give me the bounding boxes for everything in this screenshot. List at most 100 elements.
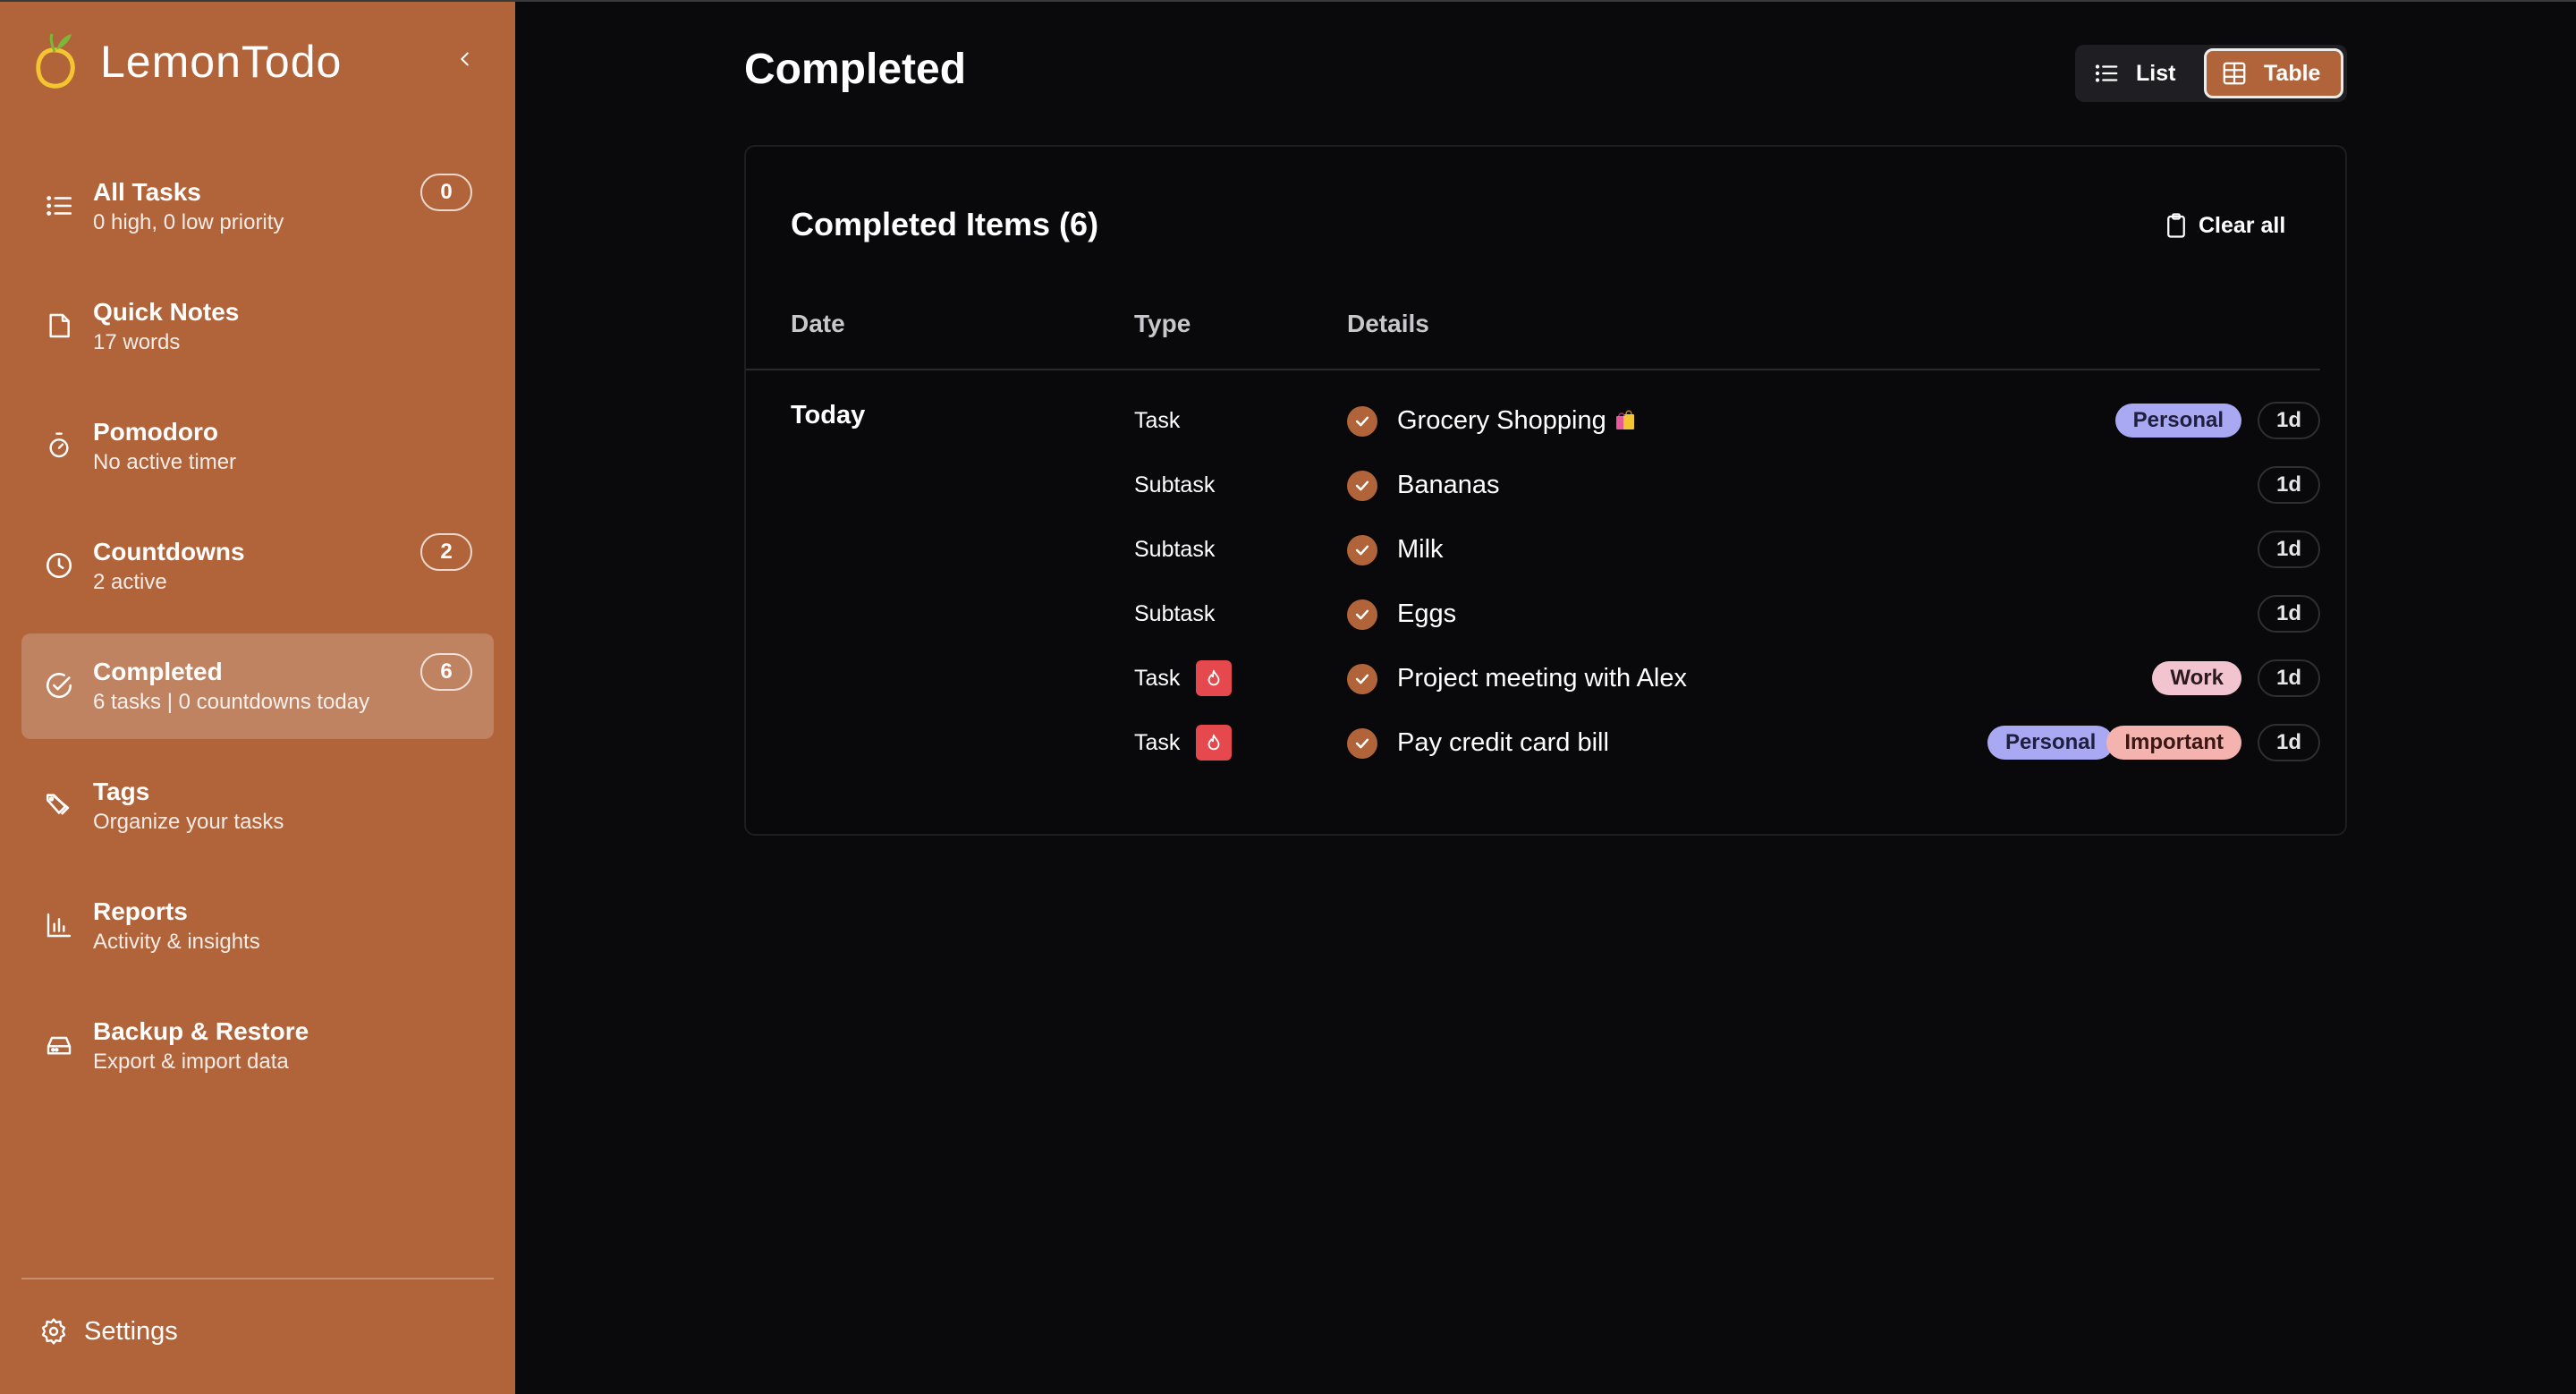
tag-personal[interactable]: Personal: [2114, 404, 2241, 438]
type-cell: Task: [1134, 388, 1180, 453]
item-title: Pay credit card bill: [1397, 727, 1609, 757]
sidebar-item-backup[interactable]: Backup & Restore Export & import data: [21, 993, 494, 1099]
sidebar-item-label: Countdowns: [93, 538, 245, 565]
list-view-button[interactable]: List: [2093, 48, 2211, 98]
table-row[interactable]: Task Pay credit card bill Personal Impor…: [746, 710, 2320, 775]
tag-personal[interactable]: Personal: [1987, 726, 2114, 760]
flame-icon: [1196, 660, 1233, 696]
type-label: Subtask: [1134, 600, 1216, 626]
item-title: Bananas: [1397, 470, 1500, 499]
check-circle-icon: [41, 667, 77, 703]
column-header-date: Date: [791, 310, 845, 337]
sidebar-item-subtitle: Activity & insights: [93, 930, 260, 954]
type-cell: Task: [1134, 646, 1233, 710]
completed-check-icon[interactable]: [1347, 599, 1377, 630]
page-title: Completed: [744, 46, 967, 93]
column-header-details: Details: [1347, 310, 1429, 337]
tag-group: Personal 1d: [2114, 388, 2320, 453]
sidebar-item-reports[interactable]: Reports Activity & insights: [21, 873, 494, 979]
age-badge: 1d: [2258, 531, 2320, 568]
table-row[interactable]: Subtask Eggs 1d: [746, 582, 2320, 646]
sidebar-item-subtitle: 0 high, 0 low priority: [93, 210, 284, 234]
note-icon: [41, 308, 77, 344]
sidebar-item-label: Quick Notes: [93, 298, 240, 326]
table-row[interactable]: Subtask Milk 1d: [746, 517, 2320, 582]
view-toggle: List Table: [2075, 45, 2347, 102]
collapse-sidebar-button[interactable]: [447, 41, 483, 77]
clock-icon: [41, 548, 77, 583]
detail-cell: Pay credit card bill: [1397, 710, 1609, 775]
table-icon: [2223, 62, 2246, 85]
type-cell: Subtask: [1134, 582, 1215, 646]
completed-items-card: Completed Items (6) Clear all Date Type …: [744, 145, 2347, 836]
sidebar-item-label: All Tasks: [93, 178, 201, 206]
detail-cell: Eggs: [1397, 582, 1456, 646]
sidebar-item-tags[interactable]: Tags Organize your tasks: [21, 753, 494, 859]
table-view-button[interactable]: Table: [2204, 48, 2343, 98]
detail-cell: Grocery Shopping: [1397, 388, 1637, 453]
age-badge: 1d: [2258, 659, 2320, 697]
completed-check-icon[interactable]: [1347, 728, 1377, 759]
completed-check-icon[interactable]: [1347, 664, 1377, 694]
sidebar-item-label: Pomodoro: [93, 418, 218, 446]
detail-cell: Bananas: [1397, 453, 1500, 517]
lemon-logo-icon: [36, 33, 75, 89]
age-badge: 1d: [2258, 724, 2320, 761]
list-view-label: List: [2136, 60, 2176, 86]
count-badge: 6: [420, 653, 472, 691]
clear-all-label: Clear all: [2199, 212, 2286, 238]
sidebar: LemonTodo All Tasks 0 high, 0 low priori…: [0, 2, 515, 1394]
tag-group: Personal Important 1d: [1987, 710, 2320, 775]
sidebar-nav: All Tasks 0 high, 0 low priority 0 Quick…: [21, 154, 494, 1113]
column-header-type: Type: [1134, 310, 1191, 337]
count-badge: 0: [420, 174, 472, 211]
card-title: Completed Items (6): [791, 206, 1099, 242]
sidebar-item-completed[interactable]: Completed 6 tasks | 0 countdowns today 6: [21, 633, 494, 739]
settings-button[interactable]: Settings: [39, 1310, 178, 1353]
item-title: Milk: [1397, 534, 1444, 564]
settings-label: Settings: [84, 1316, 178, 1346]
tag-group: 1d: [2241, 517, 2320, 582]
tag-group: 1d: [2241, 582, 2320, 646]
type-label: Task: [1134, 407, 1181, 433]
sidebar-item-all-tasks[interactable]: All Tasks 0 high, 0 low priority 0: [21, 154, 494, 259]
tag-important[interactable]: Important: [2106, 726, 2241, 760]
item-title: Project meeting with Alex: [1397, 663, 1687, 693]
sidebar-item-pomodoro[interactable]: Pomodoro No active timer: [21, 394, 494, 499]
list-icon: [41, 188, 77, 224]
timer-icon: [41, 428, 77, 463]
detail-cell: Milk: [1397, 517, 1444, 582]
age-badge: 1d: [2258, 466, 2320, 504]
sidebar-item-label: Backup & Restore: [93, 1017, 309, 1045]
sidebar-item-subtitle: 17 words: [93, 330, 181, 354]
sidebar-item-subtitle: No active timer: [93, 450, 237, 474]
sidebar-item-subtitle: 2 active: [93, 570, 167, 594]
completed-check-icon[interactable]: [1347, 535, 1377, 565]
sidebar-item-label: Reports: [93, 897, 188, 925]
sidebar-item-subtitle: 6 tasks | 0 countdowns today: [93, 690, 370, 714]
completed-check-icon[interactable]: [1347, 471, 1377, 501]
sidebar-item-subtitle: Export & import data: [93, 1050, 289, 1074]
header-divider: [746, 369, 2320, 370]
sidebar-item-label: Completed: [93, 658, 223, 685]
sidebar-item-quick-notes[interactable]: Quick Notes 17 words: [21, 274, 494, 379]
table-row[interactable]: Task Grocery Shopping Personal 1d: [746, 388, 2320, 453]
list-icon: [2095, 64, 2118, 82]
detail-cell: Project meeting with Alex: [1397, 646, 1687, 710]
type-cell: Subtask: [1134, 517, 1215, 582]
sidebar-item-subtitle: Organize your tasks: [93, 810, 284, 834]
table-row[interactable]: Subtask Bananas 1d: [746, 453, 2320, 517]
tag-work[interactable]: Work: [2152, 661, 2241, 695]
sidebar-item-label: Tags: [93, 778, 150, 805]
tag-group: Work 1d: [2152, 646, 2320, 710]
sidebar-item-countdowns[interactable]: Countdowns 2 active 2: [21, 514, 494, 619]
brand[interactable]: LemonTodo: [32, 30, 342, 93]
completed-check-icon[interactable]: [1347, 406, 1377, 437]
item-title: Eggs: [1397, 599, 1457, 628]
table-row[interactable]: Task Project meeting with Alex Work 1d: [746, 646, 2320, 710]
item-title: Grocery Shopping: [1397, 405, 1606, 435]
type-label: Subtask: [1134, 472, 1216, 497]
count-badge: 2: [420, 533, 472, 571]
bar-chart-icon: [41, 907, 77, 943]
clear-all-button[interactable]: Clear all: [2163, 208, 2285, 243]
